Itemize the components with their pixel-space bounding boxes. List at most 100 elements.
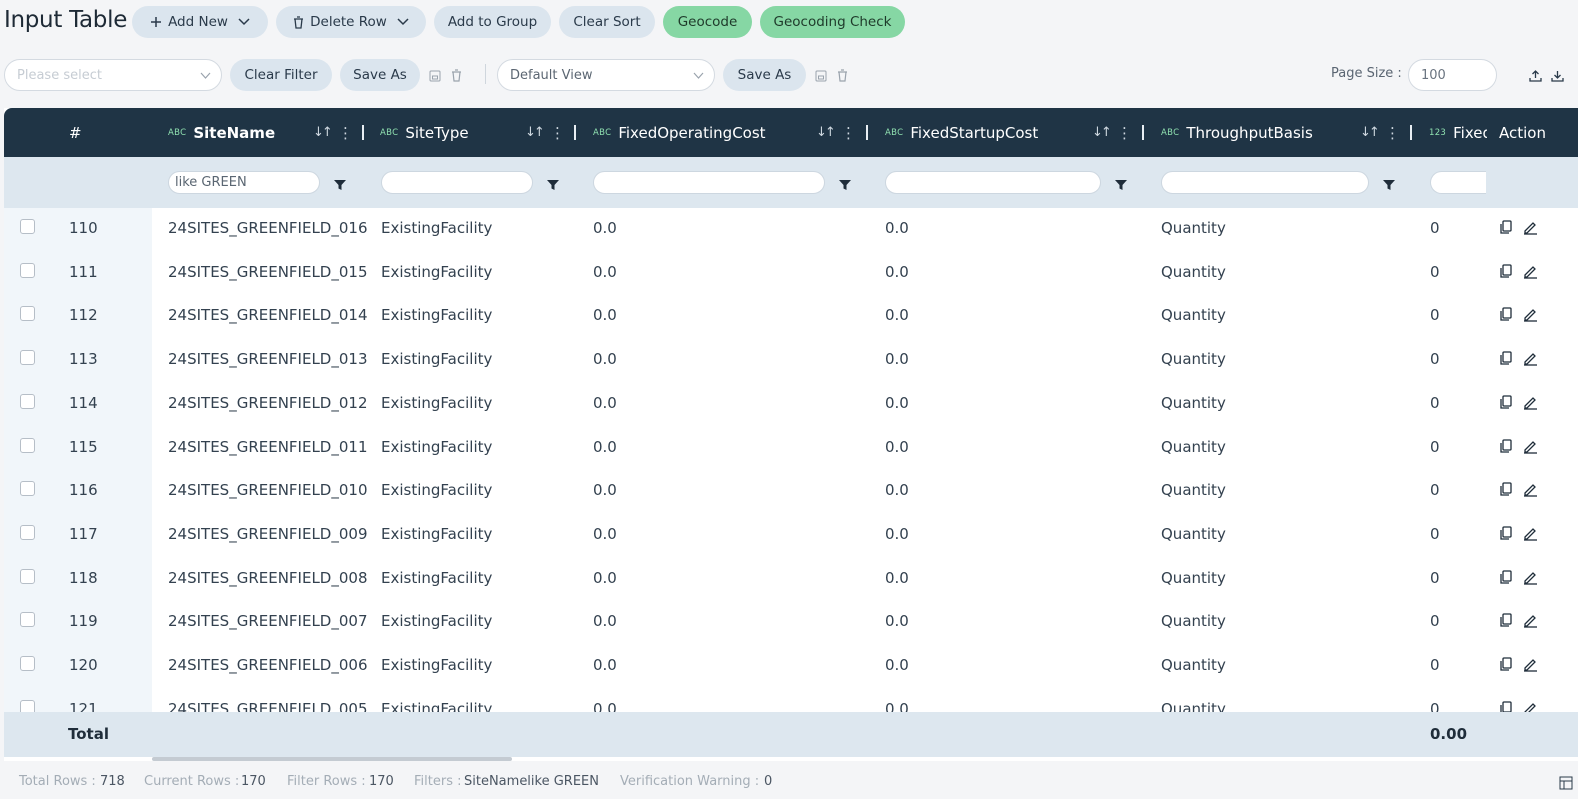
clear-filter-button[interactable]: Clear Filter (230, 59, 332, 91)
geocoding-check-button[interactable]: Geocoding Check (760, 6, 905, 38)
copy-icon[interactable] (1499, 657, 1513, 676)
edit-icon[interactable] (1523, 264, 1538, 283)
copy-icon[interactable] (1499, 264, 1513, 283)
edit-icon[interactable] (1523, 526, 1538, 545)
edit-icon[interactable] (1523, 220, 1538, 239)
kebab-icon[interactable]: ⋮ (1385, 124, 1400, 142)
add-new-button[interactable]: Add New (132, 6, 268, 38)
column-resize-handle[interactable] (362, 125, 364, 140)
table-row[interactable]: 111 24SITES_GREENFIELD_015 ExistingFacilit… (4, 252, 1578, 296)
filter-icon[interactable] (839, 176, 851, 195)
table-row[interactable]: 110 24SITES_GREENFIELD_016 ExistingFacilit… (4, 208, 1578, 252)
download-icon[interactable] (1551, 67, 1564, 86)
copy-icon[interactable] (1499, 701, 1513, 712)
row-checkbox[interactable] (20, 262, 35, 278)
table-row[interactable]: 113 24SITES_GREENFIELD_013 ExistingFacilit… (4, 339, 1578, 383)
table-row[interactable]: 115 24SITES_GREENFIELD_011 ExistingFacilit… (4, 427, 1578, 471)
delete-row-button[interactable]: Delete Row (276, 6, 426, 38)
row-checkbox[interactable] (20, 219, 35, 234)
add-to-group-button[interactable]: Add to Group (434, 6, 551, 38)
edit-icon[interactable] (1523, 439, 1538, 458)
page-size-input[interactable]: 100 (1408, 59, 1497, 91)
row-checkbox[interactable] (20, 437, 35, 453)
row-checkbox[interactable] (20, 306, 35, 322)
column-header-throughputbasis[interactable]: ABC ThroughputBasis ↓↑ ⋮ (1161, 108, 1421, 157)
filter-icon[interactable] (1115, 176, 1127, 195)
horizontal-scrollbar-thumb[interactable] (152, 757, 512, 761)
column-header-sitename[interactable]: ABC SiteName ↓↑ ⋮ (168, 108, 368, 157)
row-checkbox[interactable] (20, 481, 35, 497)
copy-icon[interactable] (1499, 307, 1513, 326)
edit-icon[interactable] (1523, 570, 1538, 589)
filter-select[interactable]: Please select (4, 59, 222, 91)
copy-icon[interactable] (1499, 395, 1513, 414)
column-resize-handle[interactable] (1410, 125, 1412, 140)
fixed-filter-input[interactable] (1430, 171, 1486, 194)
copy-icon[interactable] (1499, 526, 1513, 545)
column-resize-handle[interactable] (866, 125, 868, 140)
save-filter-as-button[interactable]: Save As (340, 59, 420, 91)
upload-icon[interactable] (1529, 67, 1542, 86)
table-row[interactable]: 117 24SITES_GREENFIELD_009 ExistingFacilit… (4, 514, 1578, 558)
table-row[interactable]: 119 24SITES_GREENFIELD_007 ExistingFacilit… (4, 601, 1578, 645)
fixedoperatingcost-filter-input[interactable] (593, 171, 825, 194)
filter-icon[interactable] (1383, 176, 1395, 195)
column-header-sitetype[interactable]: ABC SiteType ↓↑ ⋮ (380, 108, 580, 157)
table-row[interactable]: 114 24SITES_GREENFIELD_012 ExistingFacilit… (4, 383, 1578, 427)
row-checkbox[interactable] (20, 524, 35, 540)
trash-icon[interactable] (451, 67, 462, 86)
column-resize-handle[interactable] (1142, 125, 1144, 140)
save-view-as-button[interactable]: Save As (723, 59, 806, 91)
table-settings-icon[interactable] (1559, 776, 1573, 794)
table-row[interactable]: 120 24SITES_GREENFIELD_006 ExistingFacilit… (4, 645, 1578, 689)
column-header-fixedoperatingcost[interactable]: ABC FixedOperatingCost ↓↑ ⋮ (593, 108, 873, 157)
sort-icon[interactable]: ↓↑ (313, 125, 333, 140)
row-checkbox[interactable] (20, 568, 35, 584)
sitetype-filter-input[interactable] (381, 171, 533, 194)
copy-icon[interactable] (1499, 351, 1513, 370)
sitename-filter-input[interactable]: like GREEN (168, 171, 320, 194)
sort-icon[interactable]: ↓↑ (1092, 125, 1112, 140)
throughputbasis-filter-input[interactable] (1161, 171, 1369, 194)
edit-icon[interactable] (1523, 351, 1538, 370)
geocode-button[interactable]: Geocode (663, 6, 752, 38)
column-resize-handle[interactable] (574, 125, 576, 140)
edit-icon[interactable] (1523, 395, 1538, 414)
edit-icon[interactable] (1523, 657, 1538, 676)
table-row[interactable]: 112 24SITES_GREENFIELD_014 ExistingFacilit… (4, 295, 1578, 339)
copy-icon[interactable] (1499, 613, 1513, 632)
row-checkbox[interactable] (20, 612, 35, 628)
kebab-icon[interactable]: ⋮ (1117, 124, 1132, 142)
row-checkbox[interactable] (20, 350, 35, 366)
edit-icon[interactable] (1523, 613, 1538, 632)
filter-icon[interactable] (547, 176, 559, 195)
copy-icon[interactable] (1499, 220, 1513, 239)
kebab-icon[interactable]: ⋮ (841, 124, 856, 142)
copy-icon[interactable] (1499, 438, 1513, 458)
copy-icon[interactable] (1499, 569, 1513, 589)
edit-icon[interactable] (1523, 482, 1538, 501)
filter-icon[interactable] (334, 176, 346, 195)
table-row[interactable]: 121 24SITES_GREENFIELD_005 ExistingFacilit… (4, 689, 1578, 712)
edit-icon[interactable] (1523, 701, 1538, 712)
kebab-icon[interactable]: ⋮ (550, 124, 565, 142)
save-icon[interactable] (815, 67, 827, 86)
sort-icon[interactable]: ↓↑ (1360, 125, 1380, 140)
view-select[interactable]: Default View (497, 59, 715, 91)
row-checkbox[interactable] (20, 699, 35, 712)
sort-icon[interactable]: ↓↑ (816, 125, 836, 140)
sort-icon[interactable]: ↓↑ (525, 125, 545, 140)
table-row[interactable]: 116 24SITES_GREENFIELD_010 ExistingFacilit… (4, 470, 1578, 514)
clear-sort-button[interactable]: Clear Sort (559, 6, 655, 38)
fixedstartupcost-filter-input[interactable] (885, 171, 1101, 194)
trash-icon[interactable] (837, 67, 848, 86)
edit-icon[interactable] (1523, 307, 1538, 326)
column-header-fixedstartupcost[interactable]: ABC FixedStartupCost ↓↑ ⋮ (885, 108, 1155, 157)
copy-icon[interactable] (1499, 482, 1513, 501)
horizontal-scrollbar[interactable] (4, 757, 1578, 761)
row-checkbox[interactable] (20, 656, 35, 671)
table-row[interactable]: 118 24SITES_GREENFIELD_008 ExistingFacilit… (4, 558, 1578, 602)
save-icon[interactable] (429, 67, 441, 86)
column-header-fixed[interactable]: 123 Fixed (1429, 108, 1487, 157)
kebab-icon[interactable]: ⋮ (338, 124, 353, 142)
